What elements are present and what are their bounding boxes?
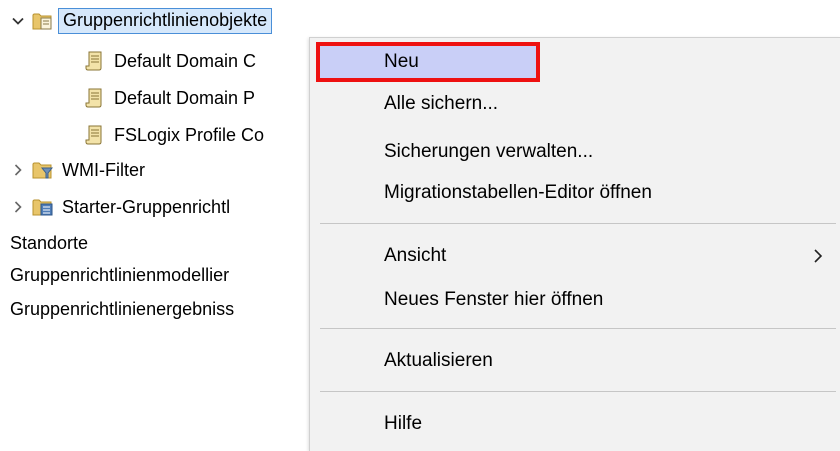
menu-item-neu[interactable]: Neu	[316, 42, 540, 82]
tree-item-starter-gruppenrichtlinien[interactable]: Starter-Gruppenrichtl	[10, 192, 230, 222]
menu-item-label: Migrationstabellen-Editor öffnen	[384, 182, 652, 203]
submenu-arrow-icon	[813, 248, 823, 270]
menu-separator	[320, 328, 836, 329]
wmi-folder-icon	[32, 159, 54, 181]
tree-item-label: Gruppenrichtlinienergebniss	[10, 298, 235, 319]
tree-item-default-domain-controllers[interactable]: Default Domain C	[84, 46, 256, 76]
tree-item-label: Gruppenrichtlinienobjekte	[58, 8, 273, 34]
menu-item-label: Neu	[384, 51, 419, 72]
chevron-right-icon[interactable]	[10, 162, 26, 178]
tree-item-label: FSLogix Profile Co	[114, 124, 265, 145]
menu-item-label: Hilfe	[384, 413, 423, 434]
tree-item-label: Gruppenrichtlinienmodellier	[10, 264, 230, 285]
tree-item-label: Starter-Gruppenrichtl	[62, 196, 231, 217]
menu-item-label: Ansicht	[384, 245, 447, 266]
chevron-right-icon[interactable]	[10, 199, 26, 215]
menu-item-aktualisieren[interactable]: Aktualisieren	[310, 341, 840, 381]
tree-item-gruppenrichtlinienobjekte[interactable]: Gruppenrichtlinienobjekte	[10, 6, 273, 36]
tree-item-wmi-filter[interactable]: WMI-Filter	[10, 155, 145, 185]
menu-item-label: Sicherungen verwalten...	[384, 141, 594, 162]
chevron-down-icon[interactable]	[10, 13, 26, 29]
menu-item-neues-fenster[interactable]: Neues Fenster hier öffnen	[310, 280, 840, 320]
menu-item-ansicht[interactable]: Ansicht	[310, 236, 840, 276]
menu-item-migrationstabellen-editor[interactable]: Migrationstabellen-Editor öffnen	[310, 173, 840, 213]
starter-folder-icon	[32, 196, 54, 218]
tree-item-label: Standorte	[10, 232, 89, 253]
menu-item-alle-sichern[interactable]: Alle sichern...	[310, 84, 840, 124]
tree-item-gruppenrichtlinienergebnisse[interactable]: Gruppenrichtlinienergebniss	[10, 294, 234, 324]
tree-item-fslogix-profile[interactable]: FSLogix Profile Co	[84, 120, 264, 150]
tree-item-gruppenrichtlinienmodellierung[interactable]: Gruppenrichtlinienmodellier	[10, 260, 229, 290]
menu-item-sicherungen-verwalten[interactable]: Sicherungen verwalten...	[310, 132, 840, 172]
gpo-folder-icon	[32, 10, 54, 32]
tree-item-standorte[interactable]: Standorte	[10, 228, 88, 258]
menu-separator	[320, 391, 836, 392]
menu-item-hilfe[interactable]: Hilfe	[310, 404, 840, 444]
scroll-icon	[84, 124, 106, 146]
menu-item-label: Neues Fenster hier öffnen	[384, 289, 604, 310]
context-menu: Neu Alle sichern... Sicherungen verwalte…	[309, 37, 840, 451]
tree-item-label: Default Domain C	[114, 50, 257, 71]
menu-separator	[320, 223, 836, 224]
menu-item-label: Alle sichern...	[384, 93, 499, 114]
tree-item-label: Default Domain P	[114, 87, 256, 108]
tree-item-default-domain-policy[interactable]: Default Domain P	[84, 83, 255, 113]
scroll-icon	[84, 87, 106, 109]
tree-item-label: WMI-Filter	[62, 159, 145, 180]
menu-item-label: Aktualisieren	[384, 350, 493, 371]
scroll-icon	[84, 50, 106, 72]
